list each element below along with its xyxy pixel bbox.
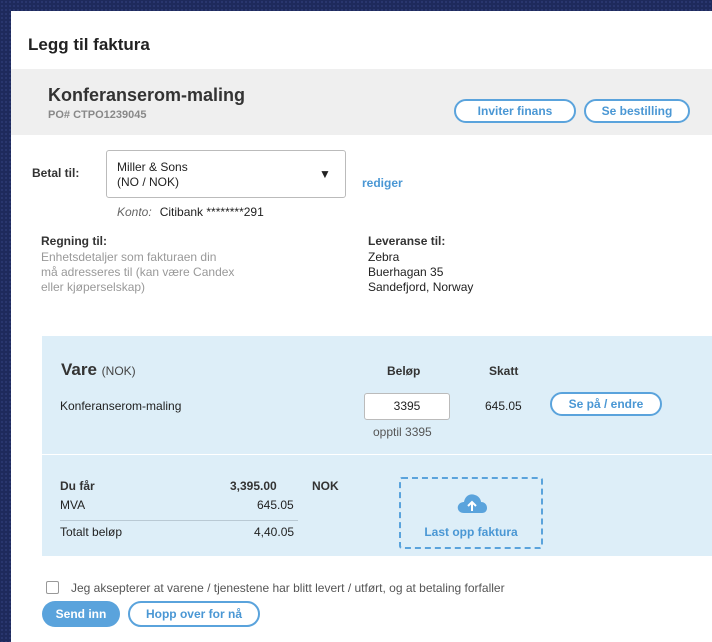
amount-column-header: Beløp	[387, 364, 421, 378]
payee-name: Miller & Sons	[117, 160, 188, 174]
vat-label: MVA	[60, 498, 86, 512]
item-amount-input[interactable]: 3395	[364, 393, 450, 420]
tax-column-header: Skatt	[489, 364, 519, 378]
payee-select[interactable]: Miller & Sons (NO / NOK) ▼	[106, 150, 346, 198]
item-tax: 645.05	[485, 399, 522, 413]
you-get-value: 3,395.00	[230, 479, 277, 493]
total-label: Totalt beløp	[60, 525, 123, 539]
account-value: Citibank ********291	[159, 205, 264, 219]
view-order-button[interactable]: Se bestilling	[584, 99, 690, 123]
terms-text: Jeg aksepterer at varene / tjenestene ha…	[71, 581, 505, 595]
order-header: Konferanserom-maling PO# CTPO1239045 Inv…	[11, 69, 712, 135]
delivery-line: Sandefjord, Norway	[368, 280, 474, 294]
add-invoice-dialog: Legg til faktura Konferanserom-maling PO…	[11, 11, 712, 642]
vat-value: 645.05	[257, 498, 294, 512]
edit-payee-link[interactable]: rediger	[362, 176, 403, 190]
billing-line: må adresseres til (kan være Candex	[41, 265, 235, 279]
skip-button[interactable]: Hopp over for nå	[128, 601, 260, 627]
delivery-line: Zebra	[368, 250, 400, 264]
account-info: Konto: Citibank ********291	[117, 205, 264, 219]
upload-invoice-dropzone[interactable]: Last opp faktura	[399, 477, 543, 549]
order-name: Konferanserom-maling	[48, 85, 246, 105]
items-heading: Vare (NOK)	[61, 360, 136, 379]
items-currency: (NOK)	[101, 364, 136, 378]
invite-finance-button[interactable]: Inviter finans	[454, 99, 576, 123]
item-name: Konferanserom-maling	[60, 399, 182, 413]
view-edit-item-button[interactable]: Se på / endre	[550, 392, 662, 416]
items-section: Vare (NOK) Beløp Skatt Konferanserom-mal…	[42, 336, 712, 454]
payee-country-currency: (NO / NOK)	[117, 175, 179, 189]
billing-line: Enhetsdetaljer som fakturaen din	[41, 250, 217, 264]
summary-section: Du får 3,395.00 NOK MVA 645.05 Totalt be…	[42, 454, 712, 556]
po-number: PO# CTPO1239045	[48, 109, 147, 121]
billing-line: eller kjøperselskap)	[41, 280, 146, 294]
item-amount-limit: opptil 3395	[373, 425, 432, 439]
account-label: Konto:	[117, 205, 152, 219]
dialog-title: Legg til faktura	[28, 35, 150, 54]
cloud-upload-icon	[457, 494, 487, 513]
you-get-label: Du får	[60, 479, 95, 493]
summary-divider	[60, 520, 298, 521]
currency-label: NOK	[312, 479, 339, 493]
accept-terms-checkbox[interactable]	[46, 581, 59, 594]
delivery-line: Buerhagan 35	[368, 265, 444, 279]
payee-label: Betal til:	[32, 166, 80, 180]
billing-label: Regning til:	[41, 234, 107, 248]
delivery-label: Leveranse til:	[368, 234, 446, 248]
submit-button[interactable]: Send inn	[42, 601, 120, 627]
upload-label: Last opp faktura	[424, 525, 518, 539]
total-value: 4,40.05	[254, 525, 295, 539]
dropdown-arrow-icon: ▼	[319, 167, 331, 181]
